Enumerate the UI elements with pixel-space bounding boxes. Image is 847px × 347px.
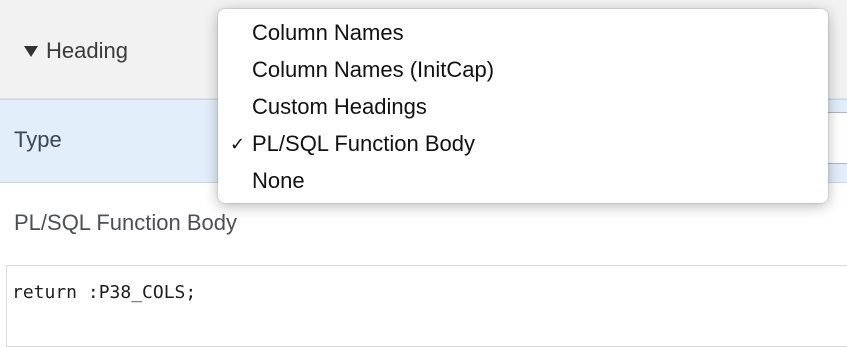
menu-item-label: Column Names (InitCap) bbox=[252, 57, 495, 82]
menu-item-none[interactable]: None bbox=[218, 163, 828, 199]
menu-item-label: Column Names bbox=[252, 20, 404, 45]
function-body-label: PL/SQL Function Body bbox=[14, 210, 237, 235]
code-editor[interactable] bbox=[6, 265, 847, 347]
menu-item-label: PL/SQL Function Body bbox=[252, 131, 475, 156]
type-label: Type bbox=[14, 127, 62, 152]
menu-item-column-names-initcap[interactable]: Column Names (InitCap) bbox=[218, 52, 828, 88]
triangle-down-icon[interactable] bbox=[24, 46, 38, 57]
menu-item-custom-headings[interactable]: Custom Headings bbox=[218, 89, 828, 125]
checkmark-icon: ✓ bbox=[230, 134, 246, 154]
code-line[interactable]: return :P38_COLS; bbox=[12, 282, 196, 303]
section-title[interactable]: Heading bbox=[46, 38, 128, 64]
type-dropdown-menu: Column Names Column Names (InitCap) Cust… bbox=[218, 9, 828, 203]
top-strip bbox=[0, 0, 847, 8]
menu-item-label: None bbox=[252, 168, 305, 193]
menu-item-label: Custom Headings bbox=[252, 94, 427, 119]
menu-item-column-names[interactable]: Column Names bbox=[218, 15, 828, 51]
menu-item-plsql-function-body[interactable]: ✓ PL/SQL Function Body bbox=[218, 126, 828, 162]
